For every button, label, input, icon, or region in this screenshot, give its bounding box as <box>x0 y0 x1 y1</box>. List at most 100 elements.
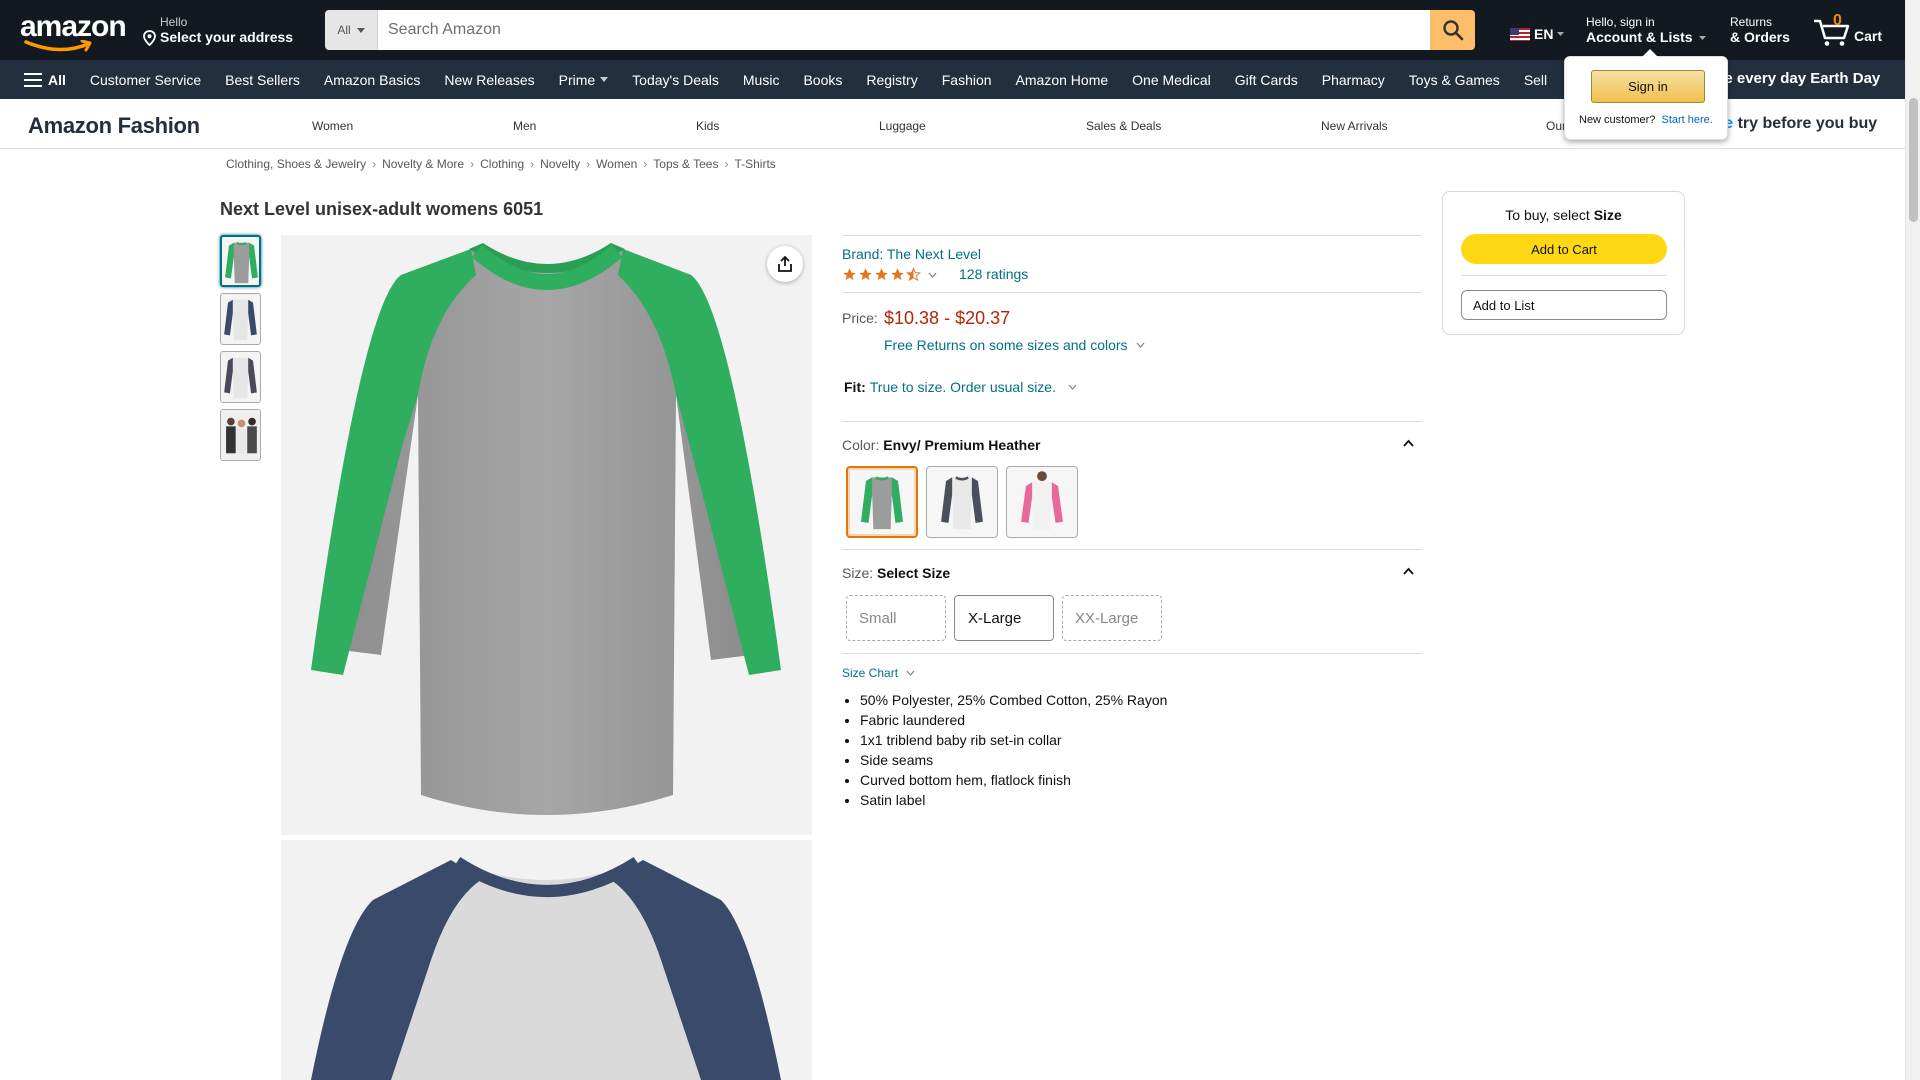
breadcrumb-item[interactable]: Tops & Tees <box>653 157 718 171</box>
all-menu-button[interactable]: All <box>24 72 66 88</box>
fashion-link-men[interactable]: Men <box>513 119 536 133</box>
size-option-x-large[interactable]: X-Large <box>954 595 1054 641</box>
feature-bullet: Side seams <box>860 750 1167 770</box>
thumbnail-back-view[interactable] <box>220 351 261 403</box>
size-selector-header[interactable]: Size: Select Size <box>842 565 1422 581</box>
nav-amazon-home[interactable]: Amazon Home <box>1004 72 1121 88</box>
fashion-link-women[interactable]: Women <box>312 119 353 133</box>
start-here-link[interactable]: Start here. <box>1661 114 1712 126</box>
swatch-navy-white[interactable] <box>926 466 998 538</box>
brand-link[interactable]: Brand: The Next Level <box>842 246 981 262</box>
nav-new-releases[interactable]: New Releases <box>432 72 546 88</box>
fit-info[interactable]: Fit: True to size. Order usual size. <box>844 379 1077 395</box>
price-separator: - <box>944 308 951 328</box>
secondary-product-image[interactable] <box>281 840 812 1080</box>
language-selector[interactable]: EN <box>1510 26 1565 42</box>
fit-value: True to size. Order usual size. <box>869 379 1056 395</box>
nav-pharmacy[interactable]: Pharmacy <box>1310 72 1397 88</box>
size-value: Select Size <box>877 565 951 581</box>
breadcrumb-item[interactable]: Novelty & More <box>382 157 464 171</box>
search-button[interactable] <box>1430 10 1475 50</box>
color-selector-header[interactable]: Color: Envy/ Premium Heather <box>842 437 1422 453</box>
deliver-to-address[interactable]: Hello Select your address <box>142 15 293 46</box>
nav-fashion[interactable]: Fashion <box>930 72 1004 88</box>
buy-box-divider <box>1461 275 1667 276</box>
nav-todays-deals[interactable]: Today's Deals <box>620 72 731 88</box>
returns-label: Returns <box>1730 15 1773 29</box>
size-chart-link[interactable]: Size Chart <box>842 666 915 680</box>
tshirt-green-gray-icon <box>861 476 903 530</box>
scrollbar-thumb[interactable] <box>1909 98 1918 222</box>
caret-down-icon <box>600 77 609 82</box>
nav-one-medical[interactable]: One Medical <box>1120 72 1223 88</box>
nav-toys-games[interactable]: Toys & Games <box>1397 72 1512 88</box>
fashion-link-luggage[interactable]: Luggage <box>879 119 926 133</box>
tshirt-green-icon <box>225 241 258 284</box>
swatch-envy-premium-heather[interactable] <box>846 466 918 538</box>
breadcrumb-item[interactable]: Clothing, Shoes & Jewelry <box>226 157 366 171</box>
signin-button[interactable]: Sign in <box>1591 70 1705 103</box>
share-button[interactable] <box>767 246 803 282</box>
star-full-icon <box>891 267 904 280</box>
amazon-logo[interactable]: amazon <box>20 12 127 52</box>
search-category-select[interactable]: All <box>325 10 378 50</box>
returns-and-orders[interactable]: Returns & Orders <box>1730 15 1790 46</box>
to-buy-size: Size <box>1593 207 1622 223</box>
cart-button[interactable]: 0 Cart <box>1812 12 1882 48</box>
account-and-lists[interactable]: Hello, sign in Account & Lists <box>1586 15 1707 46</box>
breadcrumb-separator-icon: › <box>372 157 377 171</box>
search-bar: All <box>325 10 1475 50</box>
account-hello: Hello, sign in <box>1586 15 1655 29</box>
breadcrumb-separator-icon: › <box>643 157 648 171</box>
nav-books[interactable]: Books <box>791 72 854 88</box>
size-option-small[interactable]: Small <box>846 595 946 641</box>
nav-music[interactable]: Music <box>731 72 792 88</box>
fashion-store-title[interactable]: Amazon Fashion <box>28 113 200 139</box>
nav-customer-service[interactable]: Customer Service <box>78 72 213 88</box>
breadcrumb-item[interactable]: T-Shirts <box>734 157 775 171</box>
breadcrumb-item[interactable]: Women <box>596 157 637 171</box>
fashion-link-kids[interactable]: Kids <box>696 119 719 133</box>
nav-best-sellers[interactable]: Best Sellers <box>213 72 312 88</box>
fashion-link-sales-deals[interactable]: Sales & Deals <box>1086 119 1161 133</box>
star-half-icon <box>906 266 921 281</box>
nav-registry[interactable]: Registry <box>854 72 929 88</box>
cart-label: Cart <box>1854 28 1883 44</box>
details-divider <box>842 549 1422 550</box>
cart-count: 0 <box>1833 12 1842 29</box>
image-thumbnails <box>220 235 261 467</box>
nav-gift-cards[interactable]: Gift Cards <box>1223 72 1310 88</box>
fashion-link-our[interactable]: Our <box>1546 119 1566 133</box>
breadcrumb-item[interactable]: Novelty <box>540 157 580 171</box>
nav-amazon-basics[interactable]: Amazon Basics <box>312 72 432 88</box>
breadcrumb-separator-icon: › <box>586 157 591 171</box>
tshirt-pink-white-icon <box>1021 471 1063 531</box>
size-option-xx-large[interactable]: XX-Large <box>1062 595 1162 641</box>
color-swatches <box>846 466 1078 538</box>
ratings-count-link[interactable]: 128 ratings <box>959 266 1028 282</box>
free-returns-link[interactable]: Free Returns on some sizes and colors <box>884 337 1145 353</box>
add-to-cart-button[interactable]: Add to Cart <box>1461 234 1667 264</box>
price-range: $10.38 - $20.37 <box>884 308 1010 329</box>
nav-prime[interactable]: Prime <box>547 72 621 88</box>
breadcrumb-item[interactable]: Clothing <box>480 157 524 171</box>
fashion-link-new-arrivals[interactable]: New Arrivals <box>1321 119 1388 133</box>
earth-day-promo[interactable]: ke every day Earth Day <box>1716 70 1880 87</box>
star-rating-icon[interactable] <box>842 266 937 282</box>
nav-sell[interactable]: Sell <box>1512 72 1559 88</box>
search-category-label: All <box>337 23 351 37</box>
thumbnail-green-gray[interactable] <box>220 235 261 287</box>
search-input[interactable] <box>378 10 1430 50</box>
details-top-divider <box>842 235 1422 236</box>
thumbnail-models[interactable] <box>220 409 261 461</box>
tshirt-navy-icon <box>224 299 257 341</box>
add-to-list-button[interactable]: Add to List <box>1461 290 1667 320</box>
main-product-image[interactable] <box>281 235 812 835</box>
page-scrollbar[interactable] <box>1905 0 1920 1080</box>
thumbnail-navy-white[interactable] <box>220 293 261 345</box>
swatch-pink-white[interactable] <box>1006 466 1078 538</box>
prime-try-before-you-buy[interactable]: me try before you buy <box>1710 115 1877 133</box>
star-full-icon <box>859 267 872 280</box>
tshirt-back-icon <box>224 357 257 399</box>
top-navigation: amazon Hello Select your address All Sea… <box>0 0 1920 60</box>
